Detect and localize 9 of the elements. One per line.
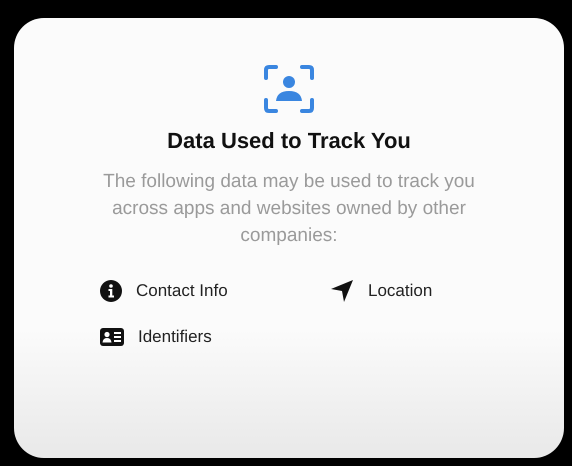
person-tracking-icon	[263, 64, 315, 114]
location-arrow-icon	[330, 279, 354, 303]
card-description: The following data may be used to track you across apps and websites owned by other companies:	[102, 170, 476, 248]
data-type-label: Contact Info	[136, 281, 228, 301]
data-type-label: Identifiers	[138, 327, 212, 347]
data-type-label: Location	[368, 281, 432, 301]
id-card-icon	[100, 328, 124, 346]
card-title: Data Used to Track You	[167, 128, 411, 154]
info-icon	[100, 280, 122, 302]
